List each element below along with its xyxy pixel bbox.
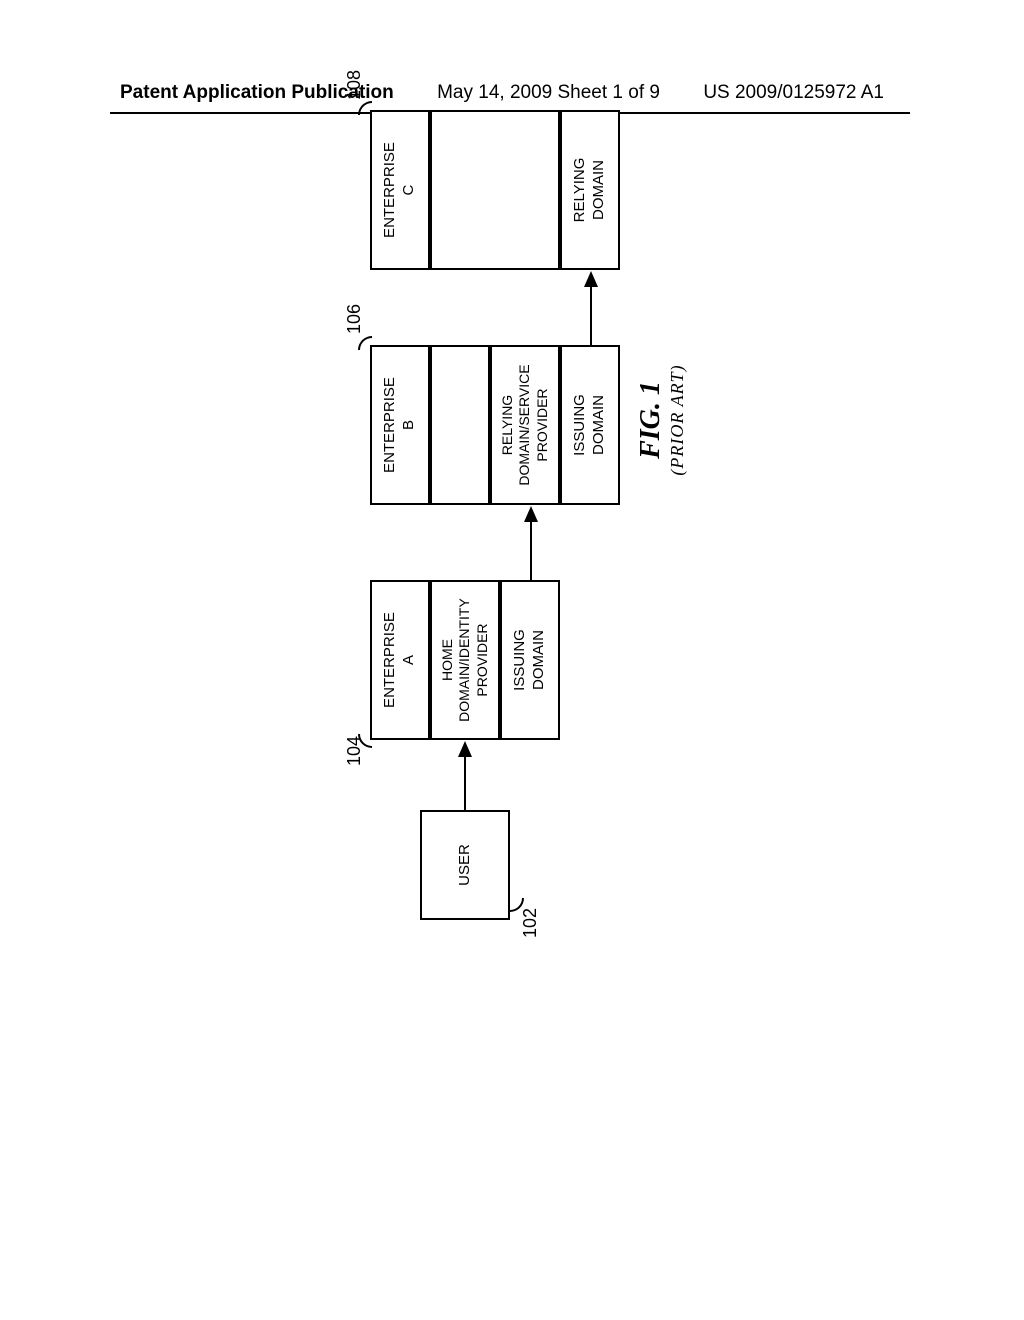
enterprise-a-issuing-box: ISSUING DOMAIN — [500, 580, 560, 740]
enterprise-a-home-box: HOME DOMAIN/IDENTITY PROVIDER — [430, 580, 500, 740]
ref-102: 102 — [520, 908, 541, 938]
enterprise-a-box: ENTERPRISE A — [370, 580, 430, 740]
figure-caption: FIG. 1 (PRIOR ART) — [635, 360, 688, 480]
arrow-user-to-a — [464, 755, 466, 810]
arrow-a-to-b-head — [524, 506, 538, 522]
figure-label: FIG. 1 — [635, 360, 667, 480]
enterprise-b-spacer — [430, 345, 490, 505]
ref-108: 108 — [344, 70, 365, 100]
enterprise-b-relying-box: RELYING DOMAIN/SERVICE PROVIDER — [490, 345, 560, 505]
arrow-b-to-c — [590, 285, 592, 345]
arrow-user-to-a-head — [458, 741, 472, 757]
arrow-b-to-c-head — [584, 271, 598, 287]
header: Patent Application Publication May 14, 2… — [0, 82, 1024, 104]
enterprise-c-relying-box: RELYING DOMAIN — [560, 110, 620, 270]
date-sheet: May 14, 2009 Sheet 1 of 9 — [437, 82, 660, 104]
enterprise-b-issuing-box: ISSUING DOMAIN — [560, 345, 620, 505]
enterprise-c-box: ENTERPRISE C — [370, 110, 430, 270]
arrow-a-to-b — [530, 520, 532, 580]
figure-1-diagram: USER 102 ENTERPRISE A HOME DOMAIN/IDENTI… — [160, 210, 860, 810]
enterprise-b-box: ENTERPRISE B — [370, 345, 430, 505]
prior-art-label: (PRIOR ART) — [667, 360, 688, 480]
leader-106 — [358, 336, 372, 350]
user-box: USER — [420, 810, 510, 920]
doc-number: US 2009/0125972 A1 — [703, 82, 884, 104]
ref-106: 106 — [344, 304, 365, 334]
enterprise-c-spacer — [430, 110, 560, 270]
